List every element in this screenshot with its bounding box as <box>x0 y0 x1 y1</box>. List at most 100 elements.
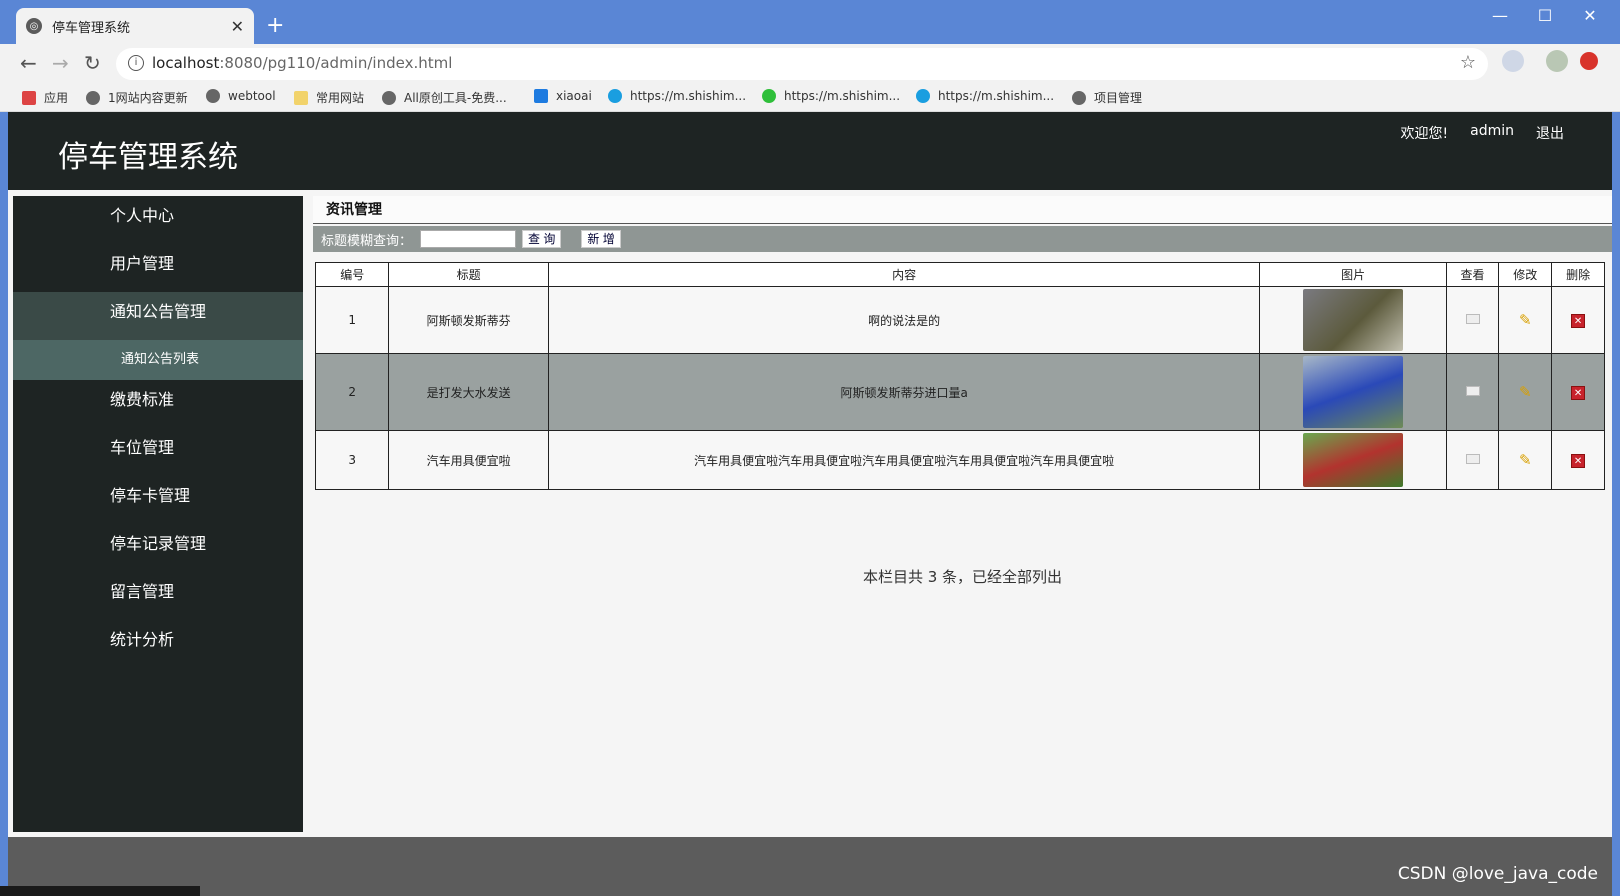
page: 停车管理系统 欢迎您! admin 退出 个人中心 用户管理 通知公告管理 通知… <box>8 112 1612 896</box>
sidebar-subitem-notice-list[interactable]: 通知公告列表 <box>13 340 303 380</box>
notice-table: 编号 标题 内容 图片 查看 修改 删除 1 阿斯顿发斯蒂芬 啊的说法是的 ✎ … <box>314 262 1605 490</box>
pencil-icon[interactable]: ✎ <box>1519 311 1532 329</box>
c-logo-icon <box>608 89 622 103</box>
tab-close-icon[interactable]: ✕ <box>231 17 244 36</box>
car-thumbnail[interactable] <box>1303 356 1404 428</box>
main-content: 资讯管理 标题模糊查询： 查 询 新 增 编号 标题 内容 图片 查看 修改 删… <box>313 196 1612 832</box>
cell-title: 汽车用具便宜啦 <box>388 430 549 490</box>
reload-icon[interactable]: ↻ <box>84 52 101 74</box>
cell-image <box>1259 353 1447 431</box>
sidebar-item-fees[interactable]: 缴费标准 <box>13 380 303 428</box>
cell-delete: ✕ <box>1551 286 1605 354</box>
forward-icon[interactable]: → <box>52 52 69 74</box>
wechat-icon <box>762 89 776 103</box>
taskbar <box>0 886 200 896</box>
cell-image <box>1259 286 1447 354</box>
sidebar: 个人中心 用户管理 通知公告管理 通知公告列表 缴费标准 车位管理 停车卡管理 … <box>13 196 303 832</box>
cell-content: 啊的说法是的 <box>547 286 1261 354</box>
car-thumbnail[interactable] <box>1303 433 1404 487</box>
sidebar-item-statistics[interactable]: 统计分析 <box>13 620 303 668</box>
site-title: 停车管理系统 <box>58 140 238 175</box>
new-tab-button[interactable]: + <box>266 12 284 40</box>
sidebar-item-profile[interactable]: 个人中心 <box>13 196 303 244</box>
back-icon[interactable]: ← <box>20 52 37 74</box>
profile-avatar[interactable] <box>1546 50 1568 72</box>
col-header-id: 编号 <box>314 262 390 287</box>
delete-icon[interactable]: ✕ <box>1571 453 1586 468</box>
add-button[interactable]: 新 增 <box>581 230 621 248</box>
delete-icon[interactable]: ✕ <box>1571 313 1586 328</box>
breadcrumb: 资讯管理 <box>313 196 1612 224</box>
bookmark-apps[interactable]: 应用 <box>22 89 68 106</box>
bookmark-item[interactable]: https://m.shishim... <box>608 89 746 103</box>
col-header-content: 内容 <box>547 262 1261 287</box>
sidebar-item-messages[interactable]: 留言管理 <box>13 572 303 620</box>
table-header-row: 编号 标题 内容 图片 查看 修改 删除 <box>314 262 1605 287</box>
sidebar-item-records[interactable]: 停车记录管理 <box>13 524 303 572</box>
query-button[interactable]: 查 询 <box>522 230 562 248</box>
cell-title: 是打发大水发送 <box>388 353 549 431</box>
bookmark-item[interactable]: webtool <box>206 89 276 103</box>
table-row: 2 是打发大水发送 阿斯顿发斯蒂芬进口量a ✎ ✕ <box>314 353 1605 431</box>
bookmark-item[interactable]: All原创工具-免费... <box>382 89 507 106</box>
bookmark-folder[interactable]: 常用网站 <box>294 89 364 106</box>
bookmarks-bar: 应用 1网站内容更新 webtool 常用网站 All原创工具-免费... xi… <box>0 84 1620 112</box>
address-bar: ← → ↻ i localhost:8080/pg110/admin/index… <box>0 44 1620 84</box>
folder-icon <box>294 90 308 105</box>
cell-id: 3 <box>314 430 390 490</box>
table-row: 3 汽车用具便宜啦 汽车用具便宜啦汽车用具便宜啦汽车用具便宜啦汽车用具便宜啦汽车… <box>314 430 1605 490</box>
extension-red-icon[interactable] <box>1580 52 1598 70</box>
site-header: 停车管理系统 欢迎您! admin 退出 <box>8 112 1612 190</box>
pencil-icon[interactable]: ✎ <box>1519 383 1532 401</box>
col-header-edit: 修改 <box>1498 262 1553 287</box>
globe-icon <box>86 90 100 105</box>
bookmark-item[interactable]: 项目管理 <box>1072 89 1142 106</box>
logout-link[interactable]: 退出 <box>1536 123 1564 143</box>
table-row: 1 阿斯顿发斯蒂芬 啊的说法是的 ✎ ✕ <box>314 286 1605 354</box>
cell-title: 阿斯顿发斯蒂芬 <box>388 286 549 354</box>
user-bar: 欢迎您! admin 退出 <box>1401 123 1565 143</box>
cell-edit: ✎ <box>1498 430 1553 490</box>
screen: ◎ 停车管理系统 ✕ + — ☐ ✕ ← → ↻ i localhost:808… <box>0 0 1620 896</box>
globe-icon: ◎ <box>26 18 42 34</box>
sidebar-item-spaces[interactable]: 车位管理 <box>13 428 303 476</box>
view-icon[interactable] <box>1465 314 1480 324</box>
extension-icon[interactable] <box>1502 50 1524 72</box>
bookmark-item[interactable]: https://m.shishim... <box>916 89 1054 103</box>
tab-title: 停车管理系统 <box>52 20 131 36</box>
cell-image <box>1259 430 1447 490</box>
cell-content: 阿斯顿发斯蒂芬进口量a <box>547 353 1261 431</box>
username: admin <box>1470 123 1514 139</box>
bookmark-item[interactable]: 1网站内容更新 <box>86 89 188 106</box>
bookmark-item[interactable]: https://m.shishim... <box>762 89 900 103</box>
browser-tab[interactable]: ◎ 停车管理系统 ✕ <box>16 8 254 44</box>
col-header-image: 图片 <box>1259 262 1447 287</box>
search-label: 标题模糊查询： <box>321 233 413 249</box>
globe-icon <box>1072 90 1086 105</box>
close-window-button[interactable]: ✕ <box>1570 6 1610 25</box>
cell-view <box>1445 286 1500 354</box>
view-icon[interactable] <box>1465 454 1480 464</box>
pencil-icon[interactable]: ✎ <box>1519 451 1532 469</box>
sidebar-item-notices[interactable]: 通知公告管理 <box>13 292 303 340</box>
car-thumbnail[interactable] <box>1303 289 1404 351</box>
search-input[interactable] <box>420 230 517 248</box>
maximize-button[interactable]: ☐ <box>1525 6 1565 25</box>
bookmark-star-icon[interactable]: ☆ <box>1460 52 1476 73</box>
sidebar-item-users[interactable]: 用户管理 <box>13 244 303 292</box>
url-field[interactable]: i localhost:8080/pg110/admin/index.html … <box>116 48 1488 80</box>
watermark: CSDN @love_java_code <box>1397 864 1598 884</box>
url-text: localhost:8080/pg110/admin/index.html <box>152 54 453 72</box>
p-logo-icon <box>534 89 548 103</box>
minimize-button[interactable]: — <box>1480 6 1520 25</box>
view-icon[interactable] <box>1465 386 1480 396</box>
col-header-title: 标题 <box>388 262 549 287</box>
bookmark-item[interactable]: xiaoai <box>534 89 592 103</box>
cell-edit: ✎ <box>1498 286 1553 354</box>
info-icon[interactable]: i <box>128 55 144 71</box>
sidebar-item-cards[interactable]: 停车卡管理 <box>13 476 303 524</box>
globe-icon <box>382 90 396 105</box>
delete-icon[interactable]: ✕ <box>1571 385 1586 400</box>
cell-view <box>1445 430 1500 490</box>
list-summary: 本栏目共 3 条，已经全部列出 <box>862 568 1063 586</box>
